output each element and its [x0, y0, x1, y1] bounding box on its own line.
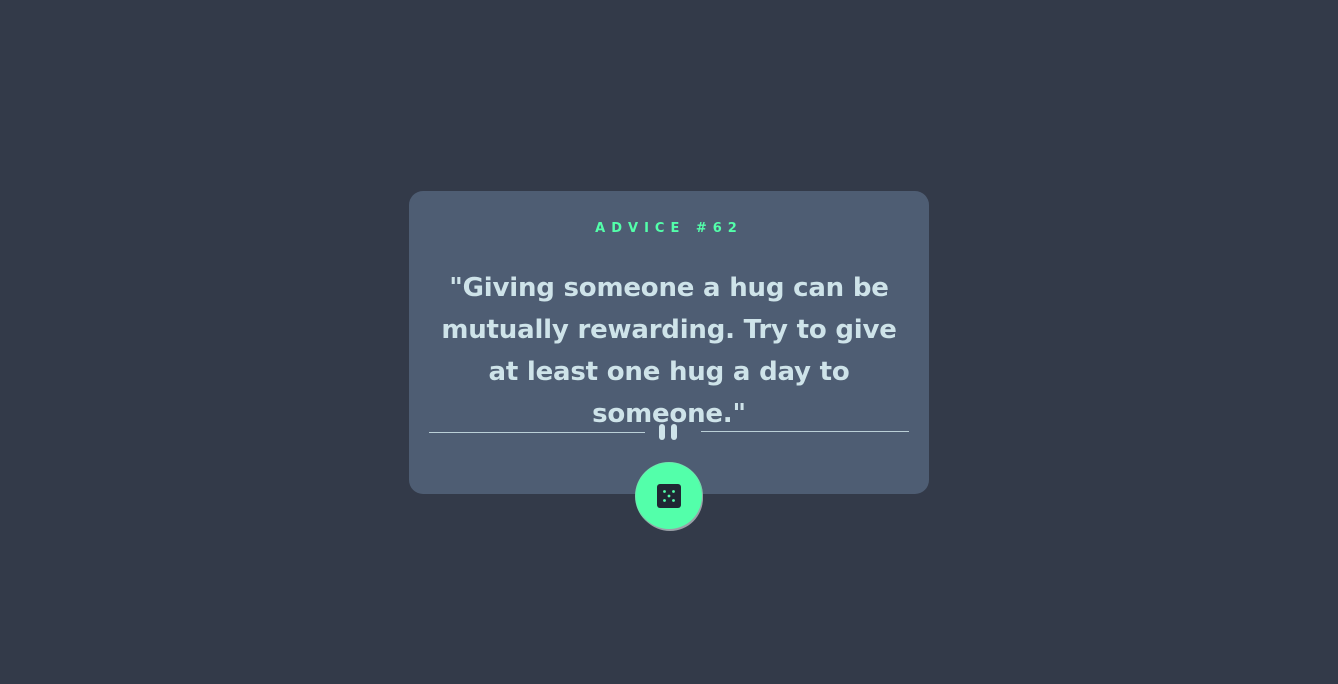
advice-id-label: ADVICE #62 — [595, 221, 743, 236]
generate-advice-button[interactable] — [636, 463, 702, 529]
page: ADVICE #62 "Giving someone a hug can be … — [0, 0, 1338, 684]
pattern-divider — [429, 422, 909, 442]
divider-line-left — [429, 432, 645, 433]
divider-line-right — [701, 431, 909, 432]
advice-card: ADVICE #62 "Giving someone a hug can be … — [409, 191, 929, 494]
pause-bar-left — [659, 424, 665, 440]
pause-bar-right — [671, 424, 677, 440]
dice-icon — [657, 484, 681, 508]
advice-quote: "Giving someone a hug can be mutually re… — [441, 273, 897, 429]
pause-icon — [659, 424, 679, 440]
